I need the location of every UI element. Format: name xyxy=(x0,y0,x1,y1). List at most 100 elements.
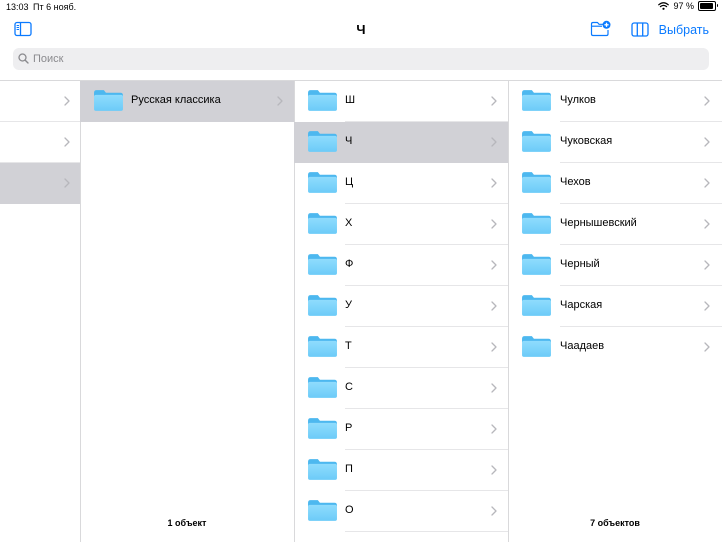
chevron-right-icon xyxy=(704,219,710,229)
search-bar[interactable] xyxy=(13,48,709,70)
column-view-icon[interactable] xyxy=(631,22,649,37)
folder-row[interactable]: Ц xyxy=(294,163,508,204)
chevron-right-icon xyxy=(704,342,710,352)
folder-row[interactable]: Т xyxy=(294,327,508,368)
folder-name: Т xyxy=(345,340,352,352)
new-folder-icon[interactable] xyxy=(590,20,611,37)
folder-row[interactable]: С xyxy=(294,368,508,409)
chevron-right-icon xyxy=(491,301,497,311)
folder-icon xyxy=(307,335,338,358)
folder-icon xyxy=(521,212,552,235)
folder-row[interactable]: Х xyxy=(294,204,508,245)
column-authors: Чулков Чуковская Чехов Чернышевский Черн… xyxy=(508,81,722,542)
folder-name: С xyxy=(345,381,353,393)
folder-icon xyxy=(521,89,552,112)
chevron-right-icon xyxy=(704,301,710,311)
folder-name: Чарская xyxy=(560,299,603,311)
folder-name: Р xyxy=(345,422,353,434)
chevron-right-icon xyxy=(491,342,497,352)
search-input[interactable] xyxy=(33,48,693,70)
folder-name: Х xyxy=(345,217,353,229)
folder-name: О xyxy=(345,504,354,516)
chevron-right-icon xyxy=(277,96,283,106)
status-date: Пт 6 нояб. xyxy=(33,2,77,12)
folder-row[interactable]: Чаадаев xyxy=(508,327,722,368)
folder-row[interactable]: Чернышевский xyxy=(508,204,722,245)
folder-name: Ш xyxy=(345,94,356,106)
folder-name: Ч xyxy=(345,135,353,147)
battery-percent: 97 % xyxy=(673,1,694,11)
folder-row-selected[interactable]: Ч xyxy=(294,122,508,163)
chevron-right-icon xyxy=(491,465,497,475)
chevron-right-icon xyxy=(491,178,497,188)
folder-row[interactable]: Чулков xyxy=(508,81,722,122)
column-root xyxy=(0,81,81,542)
folder-row[interactable]: Чарская xyxy=(508,286,722,327)
folder-row[interactable]: Р xyxy=(294,409,508,450)
column-category: Русская классика 1 объект xyxy=(80,81,295,542)
folder-icon xyxy=(307,458,338,481)
folder-row[interactable]: Чуковская xyxy=(508,122,722,163)
folder-icon xyxy=(521,335,552,358)
chevron-right-icon xyxy=(704,137,710,147)
folder-icon xyxy=(307,376,338,399)
folder-icon xyxy=(521,253,552,276)
list-item-selected[interactable] xyxy=(0,163,80,204)
folder-name: Чернышевский xyxy=(560,217,637,229)
folder-row[interactable]: Ф xyxy=(294,245,508,286)
folder-icon xyxy=(307,171,338,194)
folder-row[interactable]: Ш xyxy=(294,81,508,122)
folder-row[interactable]: Черный xyxy=(508,245,722,286)
wifi-icon xyxy=(658,2,670,10)
chevron-right-icon xyxy=(64,96,70,106)
battery-icon xyxy=(698,1,718,11)
chevron-right-icon xyxy=(704,178,710,188)
item-count: 7 объектов xyxy=(590,518,640,528)
folder-icon xyxy=(307,253,338,276)
folder-name: Чаадаев xyxy=(560,340,605,352)
status-right: 97 % xyxy=(658,1,718,11)
chevron-right-icon xyxy=(64,137,70,147)
chevron-right-icon xyxy=(491,506,497,516)
folder-icon xyxy=(307,212,338,235)
chevron-right-icon xyxy=(64,178,70,188)
list-item[interactable] xyxy=(0,81,80,122)
chevron-right-icon xyxy=(491,383,497,393)
status-time: 13:03 xyxy=(6,2,29,12)
folder-row[interactable]: Чехов xyxy=(508,163,722,204)
folder-icon xyxy=(521,294,552,317)
chevron-right-icon xyxy=(491,424,497,434)
select-button[interactable]: Выбрать xyxy=(659,23,709,37)
folder-name: У xyxy=(345,299,352,311)
item-count: 1 объект xyxy=(167,518,207,528)
folder-icon xyxy=(307,89,338,112)
chevron-right-icon xyxy=(491,219,497,229)
chevron-right-icon xyxy=(491,96,497,106)
folder-icon xyxy=(521,130,552,153)
folder-icon xyxy=(307,130,338,153)
search-icon xyxy=(18,53,29,64)
folder-row[interactable]: Русская классика xyxy=(80,81,294,122)
folder-icon xyxy=(307,417,338,440)
folder-name: Чулков xyxy=(560,94,596,106)
folder-row[interactable]: У xyxy=(294,286,508,327)
status-bar: 13:03 Пт 6 нояб. 97 % xyxy=(0,0,722,14)
navigation-bar: Ч Выбрать xyxy=(0,14,722,46)
folder-name: Русская классика xyxy=(131,94,221,106)
folder-name: Чуковская xyxy=(560,135,613,147)
folder-name: Ф xyxy=(345,258,354,270)
folder-row[interactable]: П xyxy=(294,450,508,491)
folder-name: Черный xyxy=(560,258,600,270)
folder-icon xyxy=(307,294,338,317)
folder-icon xyxy=(93,89,124,112)
list-item[interactable] xyxy=(0,122,80,163)
chevron-right-icon xyxy=(491,260,497,270)
folder-name: Ц xyxy=(345,176,354,188)
folder-icon xyxy=(307,499,338,522)
folder-name: П xyxy=(345,463,353,475)
folder-icon xyxy=(521,171,552,194)
chevron-right-icon xyxy=(491,137,497,147)
chevron-right-icon xyxy=(704,96,710,106)
folder-row[interactable]: О xyxy=(294,491,508,532)
column-letters: Ш Ч Ц Х Ф У Т С Р П О xyxy=(294,81,509,542)
